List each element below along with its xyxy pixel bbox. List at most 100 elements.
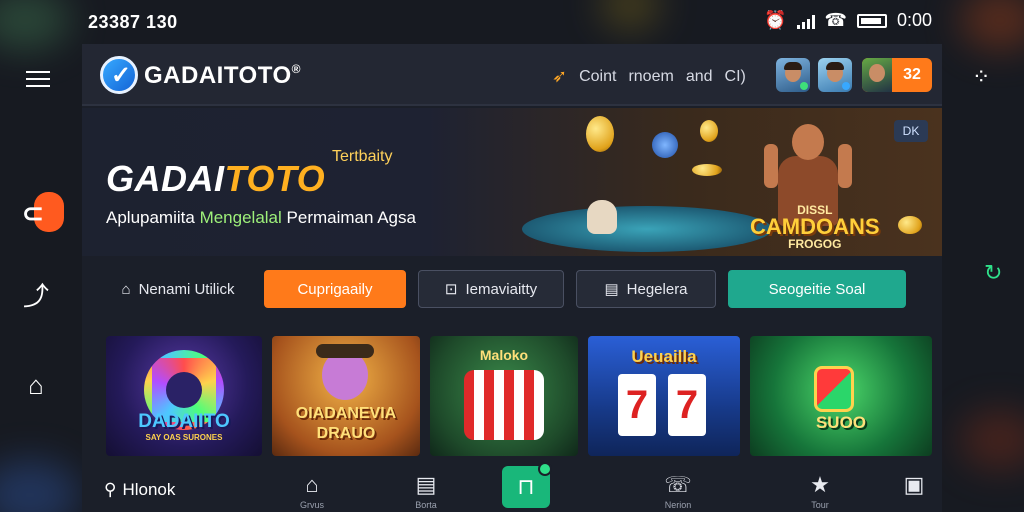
score-value: 32 [903, 66, 921, 83]
nav-home[interactable]: ⌂ Grvus [292, 472, 332, 511]
avatar[interactable] [776, 58, 810, 92]
game-tile-subtitle: DRAUO [316, 425, 376, 442]
status-bar: 23387 130 ⏰ ☎ 0:00 [0, 0, 1024, 44]
hat-icon [316, 344, 374, 358]
game-tile-title: OIADANEVIA [295, 405, 397, 422]
home-icon[interactable]: ⌂ [16, 370, 56, 401]
battery-icon [856, 13, 887, 28]
hero-title-main: GADAI [106, 158, 225, 199]
nav-item-3[interactable]: CI) [725, 68, 746, 86]
refresh-icon[interactable]: ↻ [984, 260, 1002, 286]
bag-icon: ⊓ [517, 474, 535, 499]
game-tile-title: DADAIITO [138, 411, 230, 432]
coin-icon [898, 216, 922, 234]
filter-label: Cuprigaaily [297, 280, 373, 298]
game-tiles: DADAIITO SAY OAS SURONES OIADANEVIA DRAU… [106, 336, 932, 456]
home-icon: ⌂ [305, 472, 319, 497]
nav-document[interactable]: ▤ Borta [406, 472, 446, 511]
hero-title-accent: TOTO [224, 158, 326, 199]
hero-banner[interactable]: DK DISSL CAMDOANS FROGOG Tertbaity GADAI… [82, 108, 942, 256]
hero-subtitle-highlight: Mengelalal [199, 208, 282, 227]
status-right: ⏰ ☎ 0:00 [764, 10, 932, 31]
menu-icon[interactable] [18, 66, 58, 92]
alarm-icon: ⏰ [764, 10, 787, 30]
hero-subtitle-prefix: Aplupamiita [106, 208, 200, 227]
game-tile-subtitle: SAY OAS SURONES [145, 433, 223, 442]
nav-label: Borta [415, 500, 437, 510]
support-icon: ☏ [664, 472, 692, 497]
nav-label: Tour [811, 500, 829, 510]
avatar-list [776, 58, 852, 92]
score-badge[interactable]: 32 [862, 58, 932, 92]
share-icon[interactable]: ⤴ [16, 276, 56, 313]
nav-item-0[interactable]: Coint [579, 68, 616, 86]
filter-button[interactable]: ▤ Hegelera [576, 270, 716, 308]
nav-support[interactable]: ☏ Nerion [658, 472, 698, 511]
status-time: 0:00 [896, 10, 932, 30]
nav-item-2[interactable]: and [686, 68, 713, 86]
document-icon: ▤ [604, 281, 619, 298]
search-button[interactable]: ⚲ Hlonok [104, 480, 175, 500]
nav-star[interactable]: ★ Tour [800, 472, 840, 511]
slot-reel-7: 7 [668, 374, 706, 436]
toggle-icon[interactable]: ⊂ [18, 192, 64, 232]
image-icon: ▣ [903, 472, 925, 497]
game-tile-title: SUOO [815, 413, 867, 432]
filter-label: Nenami Utilick [138, 280, 235, 298]
game-tile[interactable]: Maloko [430, 336, 578, 456]
slot-machine-image [464, 370, 544, 440]
filter-label: Seogeitie Soal [768, 280, 866, 298]
slot-reel-7: 7 [618, 374, 656, 436]
hero-title: GADAITOTO [106, 158, 325, 200]
bottom-nav: ⚲ Hlonok ⌂ Grvus ▤ Borta ⊓ ☏ Nerion ★ To… [82, 462, 942, 512]
coin-icon [586, 116, 614, 152]
filter-bar: ⌂ Nenami Utilick Cuprigaaily ⊡ Iemaviait… [104, 270, 906, 308]
coin-icon [700, 120, 718, 142]
rocket-icon: ➶ [552, 66, 568, 86]
nav-item-1[interactable]: rnoem [628, 68, 673, 86]
game-tile[interactable]: OIADANEVIA DRAUO [272, 336, 420, 456]
nav-gallery[interactable]: ▣ [894, 474, 934, 496]
nav-label: Grvus [299, 500, 324, 510]
coin-icon [692, 164, 722, 176]
logo-badge-icon[interactable] [100, 56, 138, 94]
hero-logo-main: CAMDOANS [750, 214, 880, 239]
hero-game-logo: DISSL CAMDOANS FROGOG [750, 204, 880, 250]
avatar[interactable] [818, 58, 852, 92]
hero-subtitle: Aplupamiita Mengelalal Permaiman Agsa [106, 208, 416, 228]
filter-button[interactable]: ⌂ Nenami Utilick [104, 270, 252, 308]
search-label: Hlonok [122, 480, 176, 499]
filter-button[interactable]: ⊡ Iemaviaitty [418, 270, 564, 308]
lock-icon: ⊡ [444, 281, 458, 298]
notification-dot [538, 462, 552, 476]
game-tile[interactable]: DADAIITO SAY OAS SURONES [106, 336, 262, 456]
logo-reg-mark: ® [291, 62, 301, 76]
gem-icon [814, 366, 854, 412]
hero-subtitle-suffix: Permaiman Agsa [281, 208, 416, 227]
filter-button-active[interactable]: Cuprigaaily [264, 270, 406, 308]
top-nav: ➶ Coint rnoem and CI) [552, 66, 746, 87]
game-tile-title: Maloko [479, 347, 529, 363]
mascot-image [587, 200, 617, 234]
avatar [862, 58, 892, 92]
loading-icon[interactable]: ⁘ [972, 64, 990, 90]
nav-label: Nerion [664, 500, 692, 510]
game-tile[interactable]: Ueuailla 7 7 [588, 336, 740, 456]
document-icon: ▤ [415, 472, 437, 497]
top-bar: GADAITOTO® ➶ Coint rnoem and CI) 32 [82, 44, 942, 106]
filter-label: Iemaviaitty [465, 280, 538, 298]
network-icon: ☎ [824, 10, 847, 30]
filter-label: Hegelera [626, 280, 688, 298]
logo[interactable]: GADAITOTO® [144, 62, 301, 90]
signal-icon [796, 13, 815, 29]
game-tile[interactable]: SUOO [750, 336, 932, 456]
hero-badge[interactable]: DK [894, 120, 928, 142]
filter-button[interactable]: Seogeitie Soal [728, 270, 906, 308]
game-table-image [522, 206, 772, 252]
status-left-text: 23387 130 [88, 12, 178, 32]
logo-text: GADAITOTO [144, 62, 292, 89]
search-icon: ⚲ [104, 480, 117, 499]
star-icon: ★ [810, 472, 830, 497]
hero-tag: Tertbaity [332, 148, 393, 165]
game-tile-title: Ueuailla [631, 347, 697, 366]
